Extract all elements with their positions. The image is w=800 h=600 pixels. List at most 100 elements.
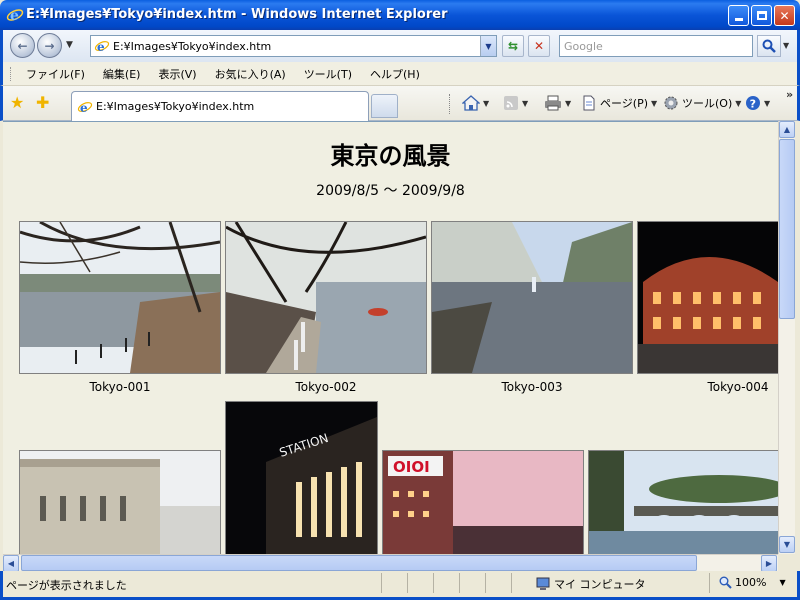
status-bar: ページが表示されました マイ コンピュータ 100% ▼ [0, 571, 800, 600]
address-bar[interactable]: e E:¥Images¥Tokyo¥index.htm ▼ [90, 35, 497, 57]
stop-icon: ✕ [533, 39, 545, 53]
photo-thumbnail[interactable]: OIOI [382, 450, 584, 554]
tools-dropdown-icon: ▼ [735, 98, 742, 108]
zoom-control[interactable]: 100% ▼ [719, 576, 786, 589]
svg-text:e: e [80, 101, 88, 115]
print-dropdown-icon[interactable]: ▼ [565, 99, 571, 108]
page-date-range: 2009/8/5 ～ 2009/9/8 [316, 183, 465, 199]
ie-page-icon: e [94, 40, 110, 54]
status-divider [511, 573, 512, 593]
menu-bar: ファイル(F) 編集(E) 表示(V) お気に入り(A) ツール(T) ヘルプ(… [0, 62, 800, 86]
tools-menu-label: ツール(O) [682, 97, 733, 110]
menu-edit[interactable]: 編集(E) [94, 66, 150, 82]
close-button[interactable]: ✕ [774, 5, 795, 26]
vertical-scroll-thumb[interactable] [779, 139, 795, 319]
vertical-scrollbar[interactable]: ▲ ▼ [778, 121, 795, 554]
minimize-button[interactable] [728, 5, 749, 26]
rss-feed-icon [504, 96, 518, 110]
computer-icon [536, 577, 550, 590]
zoom-dropdown-icon[interactable]: ▼ [779, 578, 785, 587]
close-icon: ✕ [779, 8, 790, 23]
gear-icon [664, 96, 678, 110]
menu-help[interactable]: ヘルプ(H) [361, 66, 429, 82]
address-dropdown-icon[interactable]: ▼ [480, 36, 496, 56]
forward-button[interactable]: → [37, 33, 62, 58]
svg-text:e: e [97, 40, 105, 54]
feeds-button[interactable]: ▼ [503, 95, 528, 111]
page-dropdown-icon: ▼ [651, 98, 658, 108]
scroll-right-arrow-icon[interactable]: ▶ [761, 555, 777, 572]
search-box[interactable] [559, 35, 753, 57]
photo-thumbnail[interactable] [19, 450, 221, 554]
search-input[interactable] [560, 37, 752, 55]
photo-thumbnail[interactable]: STATION [225, 401, 378, 554]
navigation-bar: ← → ▼ e E:¥Images¥Tokyo¥index.htm ▼ ⇆ ✕ … [0, 30, 800, 62]
menu-file[interactable]: ファイル(F) [17, 66, 94, 82]
home-icon [462, 95, 480, 111]
recent-pages-dropdown-icon[interactable]: ▼ [66, 40, 73, 50]
help-icon: ? [746, 96, 760, 111]
maximize-button[interactable] [751, 5, 772, 26]
tab-index[interactable]: e E:¥Images¥Tokyo¥index.htm [71, 91, 369, 121]
ie-logo-icon: e [6, 8, 24, 24]
status-divider [381, 573, 382, 593]
print-button[interactable]: ▼ [544, 95, 571, 111]
security-zone-label: マイ コンピュータ [554, 578, 646, 591]
feeds-dropdown-icon[interactable]: ▼ [522, 99, 528, 108]
address-text[interactable]: E:¥Images¥Tokyo¥index.htm [113, 40, 271, 53]
page-content: 東京の風景 2009/8/5 ～ 2009/9/8 Tokyo-001 Toky… [3, 121, 778, 554]
scrollbar-corner [778, 554, 795, 571]
window-title: E:¥Images¥Tokyo¥index.htm - Windows Inte… [26, 7, 448, 22]
more-commands-chevron-icon[interactable]: » [786, 88, 793, 101]
status-text: ページが表示されました [6, 579, 127, 592]
scroll-up-arrow-icon[interactable]: ▲ [779, 121, 795, 138]
horizontal-scrollbar[interactable]: ◀ ▶ [3, 554, 778, 572]
search-options-dropdown-icon[interactable]: ▼ [783, 41, 789, 50]
photo-caption: Tokyo-003 [501, 380, 563, 394]
maximize-icon [756, 11, 767, 20]
page-icon [583, 95, 595, 111]
scroll-left-arrow-icon[interactable]: ◀ [3, 555, 19, 572]
zoom-magnifier-icon [719, 576, 732, 589]
ie-page-icon: e [77, 101, 93, 115]
add-favorite-star-icon[interactable]: ✚ [36, 93, 49, 112]
svg-text:?: ? [750, 98, 756, 111]
menu-view[interactable]: 表示(V) [149, 66, 205, 82]
back-button[interactable]: ← [10, 33, 35, 58]
horizontal-scroll-thumb[interactable] [21, 555, 697, 571]
photo-thumbnail[interactable] [588, 450, 778, 554]
menu-favorites[interactable]: お気に入り(A) [206, 66, 295, 82]
page-menu-button[interactable]: ページ(P) ▼ [581, 95, 657, 111]
title-bar: e E:¥Images¥Tokyo¥index.htm - Windows In… [0, 0, 800, 30]
photo-caption: Tokyo-004 [707, 380, 769, 394]
menu-grip [10, 67, 12, 81]
printer-icon [545, 95, 561, 111]
stop-button[interactable]: ✕ [528, 35, 550, 57]
favorites-center-star-icon[interactable]: ★ [10, 93, 24, 112]
search-button[interactable] [757, 35, 781, 57]
status-divider [407, 573, 408, 593]
tab-bar: ★ ✚ e E:¥Images¥Tokyo¥index.htm ▼ ▼ ▼ ペー… [0, 86, 800, 121]
new-tab-button[interactable] [371, 94, 398, 118]
scroll-down-arrow-icon[interactable]: ▼ [779, 536, 795, 553]
menu-tools[interactable]: ツール(T) [295, 66, 361, 82]
help-button[interactable]: ? ▼ [745, 95, 770, 111]
photo-thumbnail-tokyo-001[interactable] [19, 221, 221, 374]
refresh-button[interactable]: ⇆ [502, 35, 524, 57]
refresh-icon: ⇆ [507, 39, 519, 53]
home-button[interactable]: ▼ [462, 95, 489, 111]
magnifier-icon [762, 39, 776, 53]
photo-thumbnail-tokyo-004[interactable] [637, 221, 778, 374]
photo-caption: Tokyo-002 [295, 380, 357, 394]
forward-arrow-icon: → [44, 38, 55, 53]
status-divider [433, 573, 434, 593]
help-dropdown-icon: ▼ [764, 98, 771, 108]
security-zone[interactable]: マイ コンピュータ [536, 576, 646, 592]
photo-thumbnail-tokyo-003[interactable] [431, 221, 633, 374]
zoom-level: 100% [735, 576, 767, 589]
home-dropdown-icon[interactable]: ▼ [483, 99, 489, 108]
photo-thumbnail-tokyo-002[interactable] [225, 221, 427, 374]
page-menu-label: ページ(P) [600, 97, 648, 110]
svg-text:OIOI: OIOI [393, 458, 430, 476]
tools-menu-button[interactable]: ツール(O) ▼ [663, 95, 741, 111]
